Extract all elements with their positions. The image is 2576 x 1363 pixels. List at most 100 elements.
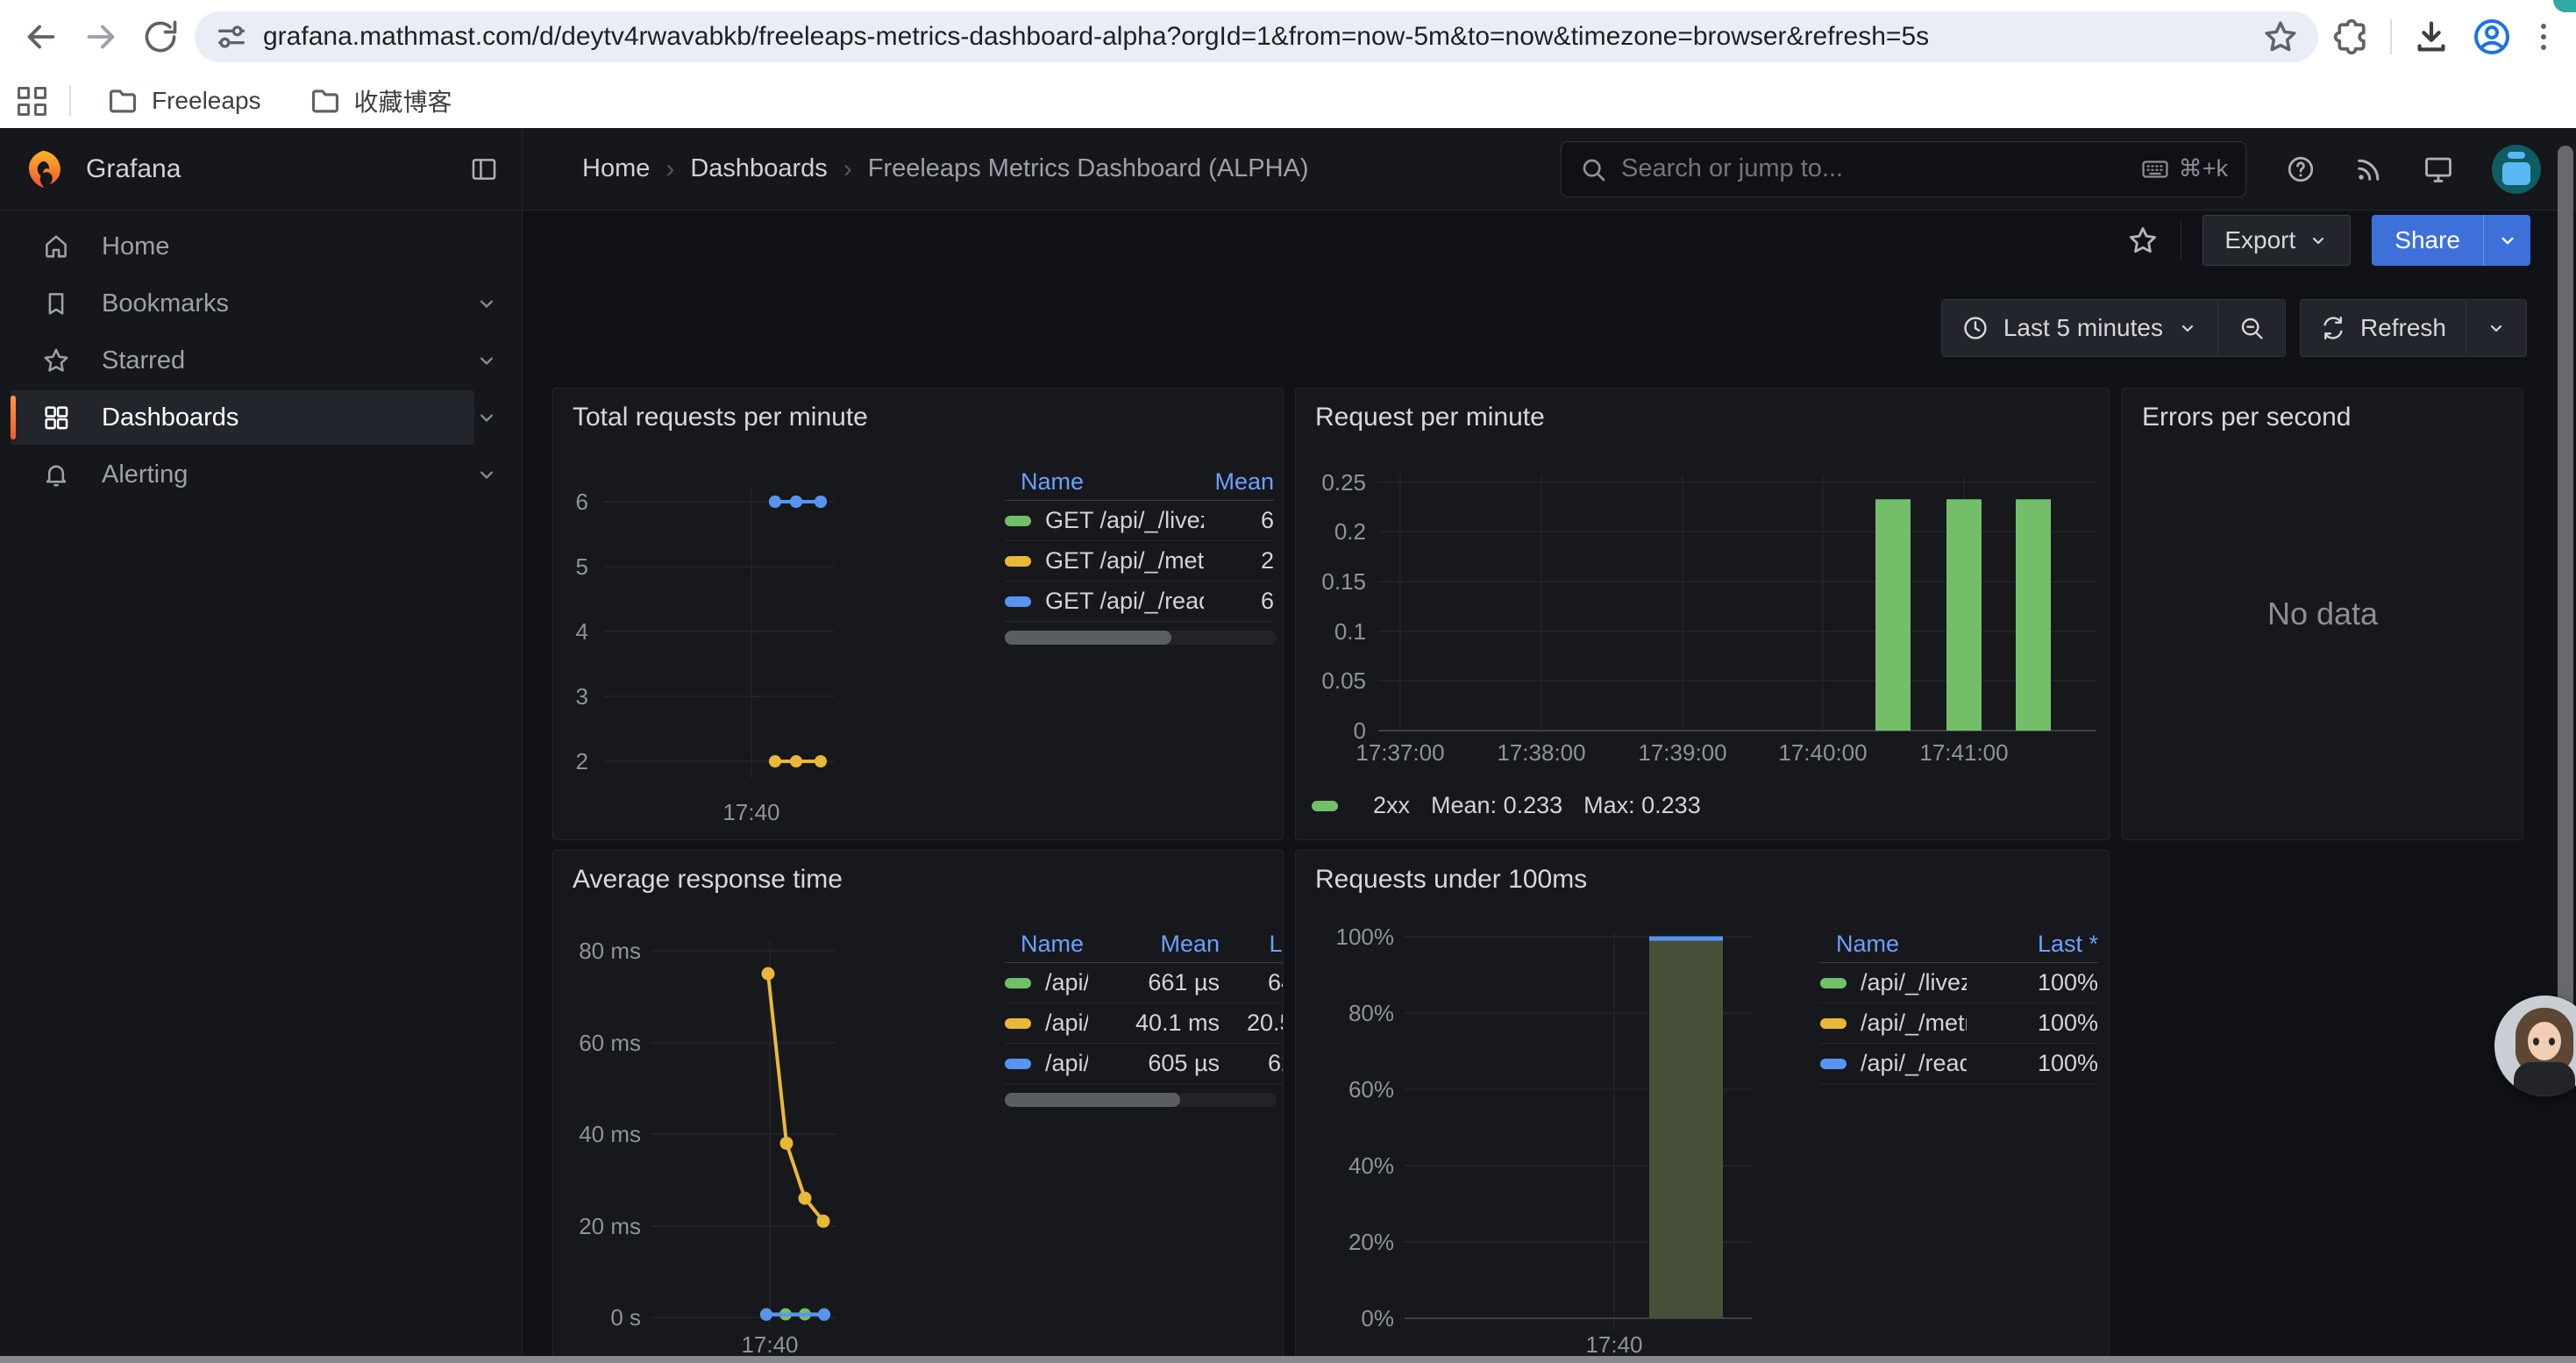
legend-column-header[interactable]: Last * bbox=[1967, 931, 2098, 958]
share-button[interactable]: Share bbox=[2372, 215, 2483, 266]
address-bar[interactable] bbox=[195, 11, 2318, 62]
search-box[interactable]: ⌘+k bbox=[1561, 141, 2246, 197]
legend-column-header[interactable]: Name bbox=[1005, 931, 1088, 958]
refresh-button[interactable]: Refresh bbox=[2301, 300, 2466, 356]
download-icon[interactable] bbox=[2411, 17, 2451, 57]
legend-column-header[interactable]: Name bbox=[1005, 468, 1204, 496]
legend-column-header[interactable]: Mean bbox=[1204, 468, 1274, 496]
chevron-down-icon[interactable] bbox=[474, 348, 499, 373]
legend-row[interactable]: 2xx Mean: 0.233 Max: 0.233 bbox=[1312, 792, 1701, 819]
legend-column-header[interactable]: Mean bbox=[1088, 931, 1220, 958]
scrollbar-thumb[interactable] bbox=[2558, 146, 2573, 1018]
legend-series-name: GET /api/_/livez bbox=[1045, 507, 1204, 534]
legend-row[interactable]: /api/_/livez661 µs646 bbox=[1005, 963, 1284, 1003]
series-max: Max: 0.233 bbox=[1583, 792, 1701, 819]
legend-series-name: /api/_/readyz bbox=[1045, 1050, 1088, 1077]
breadcrumb-separator: › bbox=[665, 154, 674, 184]
profile-icon[interactable] bbox=[2471, 16, 2513, 58]
back-icon[interactable] bbox=[16, 11, 67, 62]
panel-requests-under-100ms[interactable]: Requests under 100ms 100%80%60%40%20%0%1… bbox=[1295, 850, 2110, 1363]
apps-grid-icon[interactable] bbox=[18, 87, 46, 116]
panel-title[interactable]: Total requests per minute bbox=[553, 389, 1283, 432]
refresh-interval-dropdown[interactable] bbox=[2466, 300, 2526, 356]
series-color-pill bbox=[1005, 978, 1031, 988]
panel-errors-per-second[interactable]: Errors per second No data bbox=[2122, 388, 2523, 840]
panel-title[interactable]: Request per minute bbox=[1296, 389, 2109, 432]
legend-header: NameMean bbox=[1005, 464, 1274, 501]
user-avatar[interactable] bbox=[2492, 145, 2541, 194]
sidebar-item-starred[interactable]: Starred bbox=[0, 333, 522, 388]
grafana-logo[interactable] bbox=[23, 149, 63, 189]
legend-row[interactable]: /api/_/readyz605 µs620 bbox=[1005, 1044, 1284, 1084]
legend-row[interactable]: /api/_/metrics40.1 ms20.5 r bbox=[1005, 1003, 1284, 1044]
reload-icon[interactable] bbox=[135, 11, 186, 62]
svg-text:60 ms: 60 ms bbox=[579, 1030, 641, 1056]
legend-row[interactable]: GET /api/_/readyz6 bbox=[1005, 582, 1274, 622]
legend-row[interactable]: /api/_/metrics100% bbox=[1820, 1003, 2098, 1044]
monitor-icon[interactable] bbox=[2422, 153, 2455, 186]
chevron-down-icon[interactable] bbox=[474, 291, 499, 316]
forward-icon[interactable] bbox=[75, 11, 126, 62]
legend-value: 661 µs bbox=[1088, 969, 1220, 996]
favorite-star-icon[interactable] bbox=[2126, 224, 2160, 257]
bookmark-folder-freeleaps[interactable]: Freeleaps bbox=[94, 79, 274, 123]
legend-row[interactable]: /api/_/readyz100% bbox=[1820, 1044, 2098, 1084]
extensions-icon[interactable] bbox=[2332, 18, 2371, 56]
panel-title[interactable]: Requests under 100ms bbox=[1296, 851, 2109, 895]
bookmark-icon bbox=[40, 289, 72, 318]
series-color-pill bbox=[1005, 596, 1031, 607]
chevron-down-icon[interactable] bbox=[474, 462, 499, 487]
svg-text:100%: 100% bbox=[1336, 924, 1395, 950]
chevron-down-icon[interactable] bbox=[474, 405, 499, 430]
sidebar-toggle-icon[interactable] bbox=[469, 154, 499, 184]
bookmarks-divider bbox=[69, 86, 71, 116]
breadcrumb-home[interactable]: Home bbox=[582, 154, 650, 183]
svg-text:17:40:00: 17:40:00 bbox=[1778, 739, 1867, 766]
svg-text:5: 5 bbox=[576, 553, 588, 580]
sidebar-item-dashboards[interactable]: Dashboards bbox=[0, 390, 522, 445]
series-color-pill bbox=[1820, 978, 1847, 988]
panel-average-response-time[interactable]: Average response time 80 ms60 ms40 ms20 … bbox=[552, 850, 1284, 1363]
news-rss-icon[interactable] bbox=[2353, 153, 2385, 185]
bookmark-folder-blogs[interactable]: 收藏博客 bbox=[296, 78, 465, 124]
share-dropdown-button[interactable] bbox=[2483, 215, 2530, 266]
legend-scrollbar[interactable] bbox=[1005, 631, 1277, 645]
svg-text:20 ms: 20 ms bbox=[579, 1213, 641, 1239]
legend-row[interactable]: GET /api/_/livez6 bbox=[1005, 501, 1274, 541]
zoom-out-button[interactable] bbox=[2217, 300, 2285, 356]
svg-text:40 ms: 40 ms bbox=[579, 1121, 641, 1147]
sidebar-item-label: Bookmarks bbox=[102, 289, 229, 318]
legend-value: 6 bbox=[1204, 507, 1274, 534]
sidebar-item-bookmarks[interactable]: Bookmarks bbox=[0, 276, 522, 331]
breadcrumb-dashboards[interactable]: Dashboards bbox=[690, 154, 827, 183]
no-data-message: No data bbox=[2123, 389, 2523, 839]
svg-text:17:39:00: 17:39:00 bbox=[1638, 739, 1726, 766]
bell-icon bbox=[40, 460, 72, 489]
svg-text:0.15: 0.15 bbox=[1321, 568, 1366, 595]
sidebar-item-home[interactable]: Home bbox=[0, 219, 522, 274]
url-input[interactable] bbox=[263, 22, 2248, 52]
legend-header: NameMeanLas bbox=[1005, 926, 1284, 963]
legend-row[interactable]: GET /api/_/metrics2 bbox=[1005, 541, 1274, 582]
svg-text:4: 4 bbox=[576, 618, 588, 645]
legend-scrollbar[interactable] bbox=[1005, 1093, 1277, 1107]
panel-request-per-minute[interactable]: Request per minute 0.250.20.150.10.05017… bbox=[1295, 388, 2110, 840]
panel-total-requests-per-minute[interactable]: Total requests per minute 6543217:40 Nam… bbox=[552, 388, 1284, 840]
browser-menu-icon[interactable] bbox=[2532, 24, 2555, 50]
bookmark-star-icon[interactable] bbox=[2262, 18, 2299, 55]
export-button[interactable]: Export bbox=[2202, 215, 2351, 266]
legend-column-header[interactable]: Las bbox=[1220, 931, 1284, 958]
legend-row[interactable]: /api/_/livez100% bbox=[1820, 963, 2098, 1003]
grafana-brand[interactable]: Grafana bbox=[86, 154, 181, 184]
site-settings-icon[interactable] bbox=[214, 19, 249, 54]
panel-title[interactable]: Average response time bbox=[553, 851, 1283, 895]
search-input[interactable] bbox=[1621, 154, 2126, 183]
help-icon[interactable] bbox=[2285, 153, 2316, 185]
sidebar-item-alerting[interactable]: Alerting bbox=[0, 447, 522, 502]
legend-value: 40.1 ms bbox=[1088, 1010, 1220, 1037]
legend-column-header[interactable]: Name bbox=[1820, 931, 1967, 958]
time-range-picker[interactable]: Last 5 minutes bbox=[1942, 300, 2217, 356]
panel-title[interactable]: Errors per second bbox=[2123, 389, 2523, 432]
legend-value: 100% bbox=[1967, 969, 2098, 996]
dashboard-canvas: Export Share Last 5 minutes bbox=[523, 211, 2576, 1363]
